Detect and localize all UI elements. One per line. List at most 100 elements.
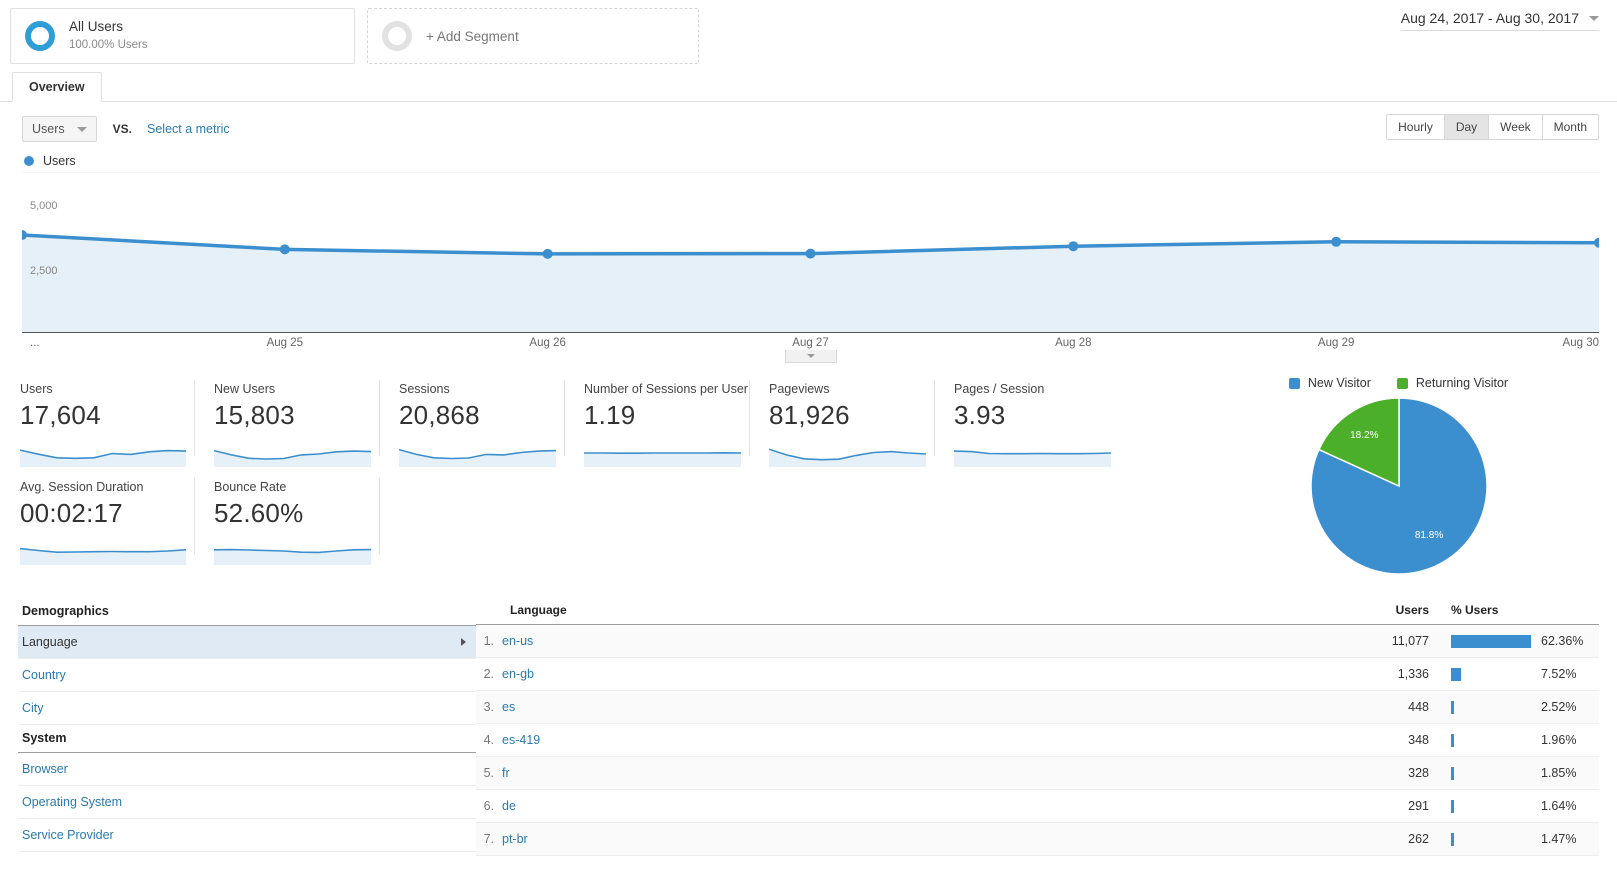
date-range-text: Aug 24, 2017 - Aug 30, 2017 bbox=[1400, 10, 1579, 26]
legend-label-users: Users bbox=[43, 154, 76, 168]
pie-legend-item-new-visitor[interactable]: New Visitor bbox=[1288, 376, 1371, 390]
table-row[interactable]: 6. de 291 1.64% bbox=[476, 790, 1599, 823]
row-users-value: 1,336 bbox=[1397, 667, 1429, 681]
sidebar-item-service-provider[interactable]: Service Provider bbox=[18, 819, 476, 852]
tab-overview[interactable]: Overview bbox=[12, 72, 102, 102]
metric-divider bbox=[379, 478, 380, 554]
metric-value: 81,926 bbox=[769, 400, 850, 430]
metric-divider bbox=[194, 380, 195, 456]
sidebar-item-label: Browser bbox=[22, 762, 68, 776]
row-pct-cell: 62.36% bbox=[1429, 634, 1599, 648]
row-rank: 7. bbox=[483, 832, 494, 846]
column-header-language[interactable]: Language bbox=[476, 603, 1329, 617]
metric-card[interactable]: Sessions 20,868 bbox=[379, 372, 564, 470]
sidebar-item-label: Country bbox=[22, 668, 66, 682]
metric-value: 52.60% bbox=[214, 498, 304, 528]
sidebar-item-city[interactable]: City bbox=[18, 692, 476, 725]
table-row[interactable]: 2. en-gb 1,336 7.52% bbox=[476, 658, 1599, 691]
pct-bar-fill bbox=[1451, 799, 1454, 813]
pie-slice-label-returning-visitor: 18.2% bbox=[1350, 429, 1379, 441]
add-segment-donut-icon bbox=[382, 21, 412, 51]
metric-sparkline bbox=[214, 535, 379, 568]
segment-all-users-subtitle: 100.00% Users bbox=[69, 39, 148, 52]
sidebar-item-country[interactable]: Country bbox=[18, 659, 476, 692]
row-language-link[interactable]: fr bbox=[502, 766, 1329, 780]
metric-sparkline bbox=[584, 437, 749, 470]
x-axis-tick-1: Aug 25 bbox=[266, 337, 304, 349]
add-segment-button[interactable]: + Add Segment bbox=[367, 8, 699, 64]
granularity-week[interactable]: Week bbox=[1489, 115, 1543, 139]
chart-plot-area[interactable]: 5,000 2,500 bbox=[22, 172, 1599, 332]
dimension-explorer: Demographics Language Country City Syste… bbox=[0, 576, 1617, 856]
row-language-link[interactable]: es bbox=[502, 700, 1329, 714]
legend-color-swatch-returning-visitor bbox=[1396, 377, 1408, 389]
metric-cards: Users 17,604 New Users 15,803 Sessions 2… bbox=[0, 372, 1180, 576]
pct-bar-track bbox=[1451, 733, 1531, 747]
metric-value: 20,868 bbox=[399, 400, 480, 430]
legend-label-returning-visitor: Returning Visitor bbox=[1415, 376, 1509, 390]
chart-collapse-handle[interactable] bbox=[784, 350, 837, 363]
row-language-link[interactable]: pt-br bbox=[502, 832, 1329, 846]
row-pct-value: 62.36% bbox=[1541, 634, 1584, 648]
summary-section: Users 17,604 New Users 15,803 Sessions 2… bbox=[0, 354, 1617, 576]
column-header-pct-users[interactable]: % Users bbox=[1429, 603, 1599, 617]
metric-label: Users bbox=[20, 382, 53, 396]
metric-card[interactable]: Number of Sessions per User 1.19 bbox=[564, 372, 749, 470]
table-row[interactable]: 3. es 448 2.52% bbox=[476, 691, 1599, 724]
sidebar-item-browser[interactable]: Browser bbox=[18, 753, 476, 786]
metric-select-button[interactable]: Users bbox=[22, 116, 97, 142]
metric-card[interactable]: Avg. Session Duration 00:02:17 bbox=[0, 470, 194, 568]
metric-card[interactable]: Bounce Rate 52.60% bbox=[194, 470, 379, 568]
metric-sparkline bbox=[769, 437, 934, 470]
sidebar-item-operating-system[interactable]: Operating System bbox=[18, 786, 476, 819]
metric-row-primary: Users 17,604 New Users 15,803 Sessions 2… bbox=[0, 372, 1180, 470]
granularity-month[interactable]: Month bbox=[1542, 115, 1598, 139]
metric-divider bbox=[194, 478, 195, 554]
metric-card[interactable]: Pages / Session 3.93 bbox=[934, 372, 1119, 470]
pct-bar-track bbox=[1451, 700, 1531, 714]
segment-all-users[interactable]: All Users 100.00% Users bbox=[10, 8, 355, 64]
table-row[interactable]: 4. es-419 348 1.96% bbox=[476, 724, 1599, 757]
row-pct-cell: 2.52% bbox=[1429, 700, 1599, 714]
metric-label: Avg. Session Duration bbox=[20, 480, 144, 494]
row-users-value: 448 bbox=[1408, 700, 1429, 714]
row-language-link[interactable]: es-419 bbox=[502, 733, 1329, 747]
row-language-link[interactable]: en-us bbox=[502, 634, 1329, 648]
metric-select-label: Users bbox=[32, 122, 65, 136]
metric-card[interactable]: Pageviews 81,926 bbox=[749, 372, 934, 470]
x-axis-tick-6: Aug 30 bbox=[1562, 337, 1599, 349]
column-header-users[interactable]: Users bbox=[1329, 603, 1429, 617]
table-row[interactable]: 5. fr 328 1.85% bbox=[476, 757, 1599, 790]
metric-label: Number of Sessions per User bbox=[584, 382, 748, 396]
select-a-metric-link[interactable]: Select a metric bbox=[147, 122, 230, 136]
pie-svg bbox=[1309, 397, 1488, 575]
chart-line-svg bbox=[22, 172, 1599, 332]
x-axis-tick-4: Aug 28 bbox=[1055, 337, 1092, 349]
tab-bar: Overview bbox=[0, 72, 1617, 102]
date-range-picker[interactable]: Aug 24, 2017 - Aug 30, 2017 bbox=[1400, 10, 1599, 31]
row-users-value: 262 bbox=[1408, 832, 1429, 846]
granularity-day[interactable]: Day bbox=[1444, 115, 1490, 139]
granularity-hourly[interactable]: Hourly bbox=[1387, 115, 1445, 139]
metric-label: New Users bbox=[214, 382, 276, 396]
pie-legend: New Visitor Returning Visitor bbox=[1288, 376, 1509, 390]
row-pct-value: 2.52% bbox=[1541, 700, 1577, 714]
pie-legend-item-returning-visitor[interactable]: Returning Visitor bbox=[1396, 376, 1509, 390]
segment-all-users-title: All Users bbox=[69, 19, 124, 35]
language-table-header: Language Users % Users bbox=[476, 598, 1599, 625]
table-row[interactable]: 1. en-us 11,077 62.36% bbox=[476, 625, 1599, 658]
row-language-link[interactable]: de bbox=[502, 799, 1329, 813]
legend-color-swatch-users bbox=[24, 156, 34, 166]
row-pct-value: 1.96% bbox=[1541, 733, 1577, 747]
metric-value: 15,803 bbox=[214, 400, 295, 430]
sidebar-item-language[interactable]: Language bbox=[18, 626, 476, 659]
pie-chart-canvas[interactable]: 81.8% 18.2% bbox=[1309, 396, 1489, 576]
metric-card[interactable]: New Users 15,803 bbox=[194, 372, 379, 470]
row-language-link[interactable]: en-gb bbox=[502, 667, 1329, 681]
granularity-toggle-group: Hourly Day Week Month bbox=[1386, 114, 1599, 140]
metric-sparkline bbox=[954, 437, 1119, 470]
table-row[interactable]: 7. pt-br 262 1.47% bbox=[476, 823, 1599, 856]
metric-card[interactable]: Users 17,604 bbox=[0, 372, 194, 470]
row-rank: 5. bbox=[483, 766, 494, 780]
pct-bar-fill bbox=[1451, 832, 1454, 846]
